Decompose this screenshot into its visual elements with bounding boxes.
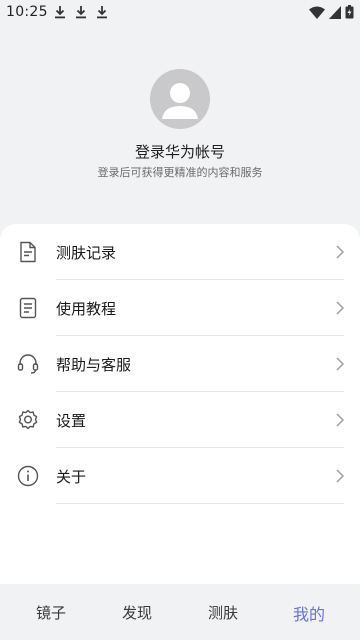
gear-icon (18, 409, 38, 430)
notification-icons (54, 5, 108, 19)
chevron-right-icon (336, 245, 344, 259)
system-icons (309, 5, 354, 19)
default-avatar-icon (162, 83, 198, 119)
notes-icon (19, 297, 37, 319)
menu-item-label: 设置 (56, 412, 87, 430)
status-time: 10:25 (6, 4, 48, 20)
menu-item-tutorial[interactable]: 使用教程 (0, 280, 360, 336)
menu-item-label: 帮助与客服 (56, 356, 132, 374)
menu-item-label: 测肤记录 (56, 244, 117, 262)
login-title[interactable]: 登录华为帐号 (0, 141, 360, 162)
chevron-right-icon (336, 413, 344, 427)
tab-me[interactable]: 我的 (279, 601, 339, 625)
divider (56, 503, 344, 504)
download-icon (76, 6, 86, 19)
tab-discover[interactable]: 发现 (107, 602, 167, 623)
wifi-icon (309, 6, 325, 19)
info-icon (17, 465, 39, 487)
status-bar: 10:25 (0, 0, 360, 24)
headset-icon (17, 354, 39, 374)
menu-item-label: 使用教程 (56, 300, 117, 318)
avatar[interactable] (150, 69, 210, 129)
tab-mirror[interactable]: 镜子 (21, 602, 81, 623)
chevron-right-icon (336, 301, 344, 315)
menu-item-settings[interactable]: 设置 (0, 392, 360, 448)
battery-icon (345, 5, 354, 19)
bottom-nav: 镜子 发现 测肤 我的 (0, 584, 360, 640)
chevron-right-icon (336, 357, 344, 371)
download-icon (55, 6, 65, 19)
tab-skin-test[interactable]: 测肤 (193, 602, 253, 623)
menu-item-skin-test-records[interactable]: 测肤记录 (0, 224, 360, 280)
menu-item-help-support[interactable]: 帮助与客服 (0, 336, 360, 392)
menu-card: 测肤记录 使用教程 帮助与客服 设置 关于 (0, 224, 360, 584)
chevron-right-icon (336, 469, 344, 483)
menu-item-label: 关于 (56, 468, 87, 486)
document-icon (20, 241, 36, 263)
download-icon (97, 6, 107, 19)
menu-item-about[interactable]: 关于 (0, 448, 360, 504)
cellular-signal-icon (329, 5, 341, 19)
login-subtitle: 登录后可获得更精准的内容和服务 (97, 166, 263, 179)
